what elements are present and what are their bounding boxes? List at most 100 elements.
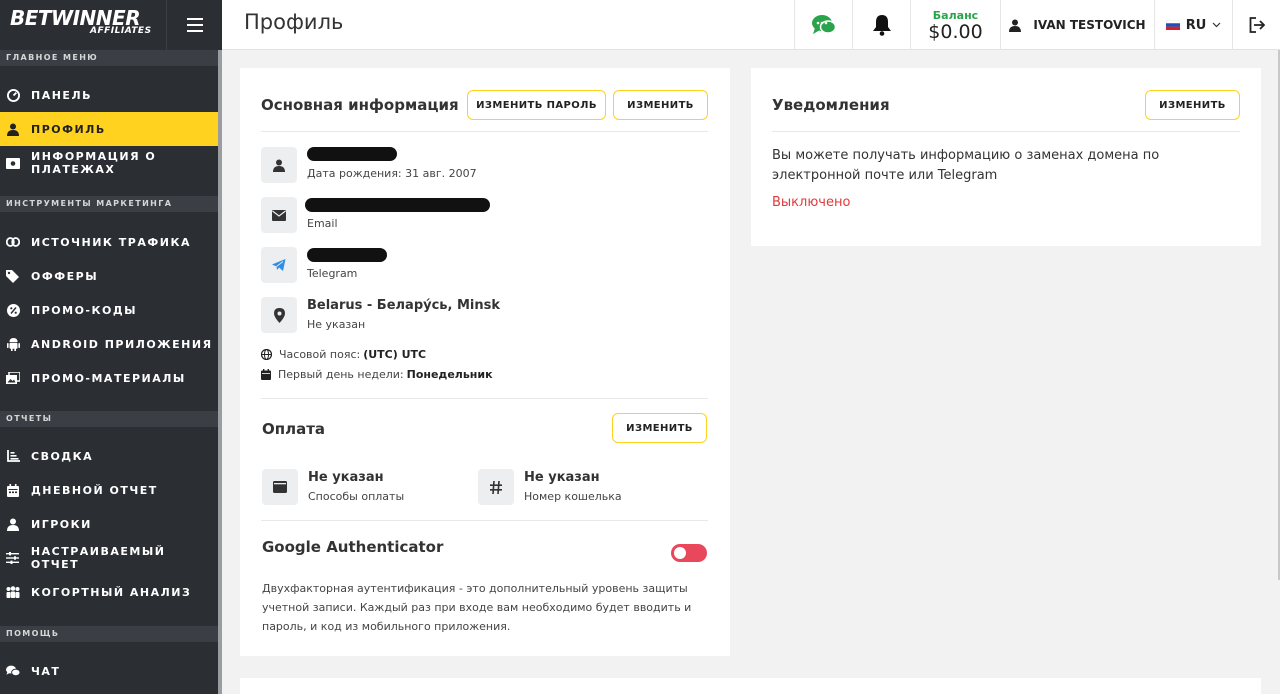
sliders-icon <box>6 551 20 565</box>
user-icon-box <box>261 147 297 183</box>
location-icon-box <box>261 297 297 333</box>
sidebar-item-traffic-source[interactable]: ИСТОЧНИК ТРАФИКА <box>0 225 218 259</box>
flag-ru-icon <box>1165 20 1180 30</box>
google-auth-description: Двухфакторная аутентификация - это допол… <box>262 582 692 633</box>
sidebar-item-label: ПРОМО-КОДЫ <box>31 303 138 317</box>
android-icon <box>6 337 20 351</box>
payment-title: Оплата <box>262 420 326 438</box>
profile-card: Основная информация ИЗМЕНИТЬ ПАРОЛЬ ИЗМЕ… <box>240 68 730 656</box>
sidebar-item-dashboard[interactable]: ПАНЕЛЬ <box>0 78 218 112</box>
notifications-card: Уведомления ИЗМЕНИТЬ Вы можете получать … <box>751 68 1261 246</box>
wallet-number-value: Не указан <box>524 470 600 485</box>
tags-icon <box>6 269 20 283</box>
sidebar-item-label: ИГРОКИ <box>31 517 92 531</box>
logo-subtext: AFFILIATES <box>90 26 152 36</box>
sidebar-item-daily-report[interactable]: ДНЕВНОЙ ОТЧЕТ <box>0 473 218 507</box>
language-label: RU <box>1185 17 1207 33</box>
notifications-button[interactable] <box>852 0 910 50</box>
edit-payment-button[interactable]: ИЗМЕНИТЬ <box>612 413 707 443</box>
user-icon <box>1009 19 1022 32</box>
chevron-down-icon <box>1212 22 1221 28</box>
images-icon <box>6 371 20 385</box>
user-icon <box>273 159 285 172</box>
telegram-icon <box>272 259 286 271</box>
google-auth-toggle[interactable] <box>671 544 707 562</box>
payment-method-value: Не указан <box>308 470 384 485</box>
timezone-line: Часовой пояс: (UTC) UTC <box>261 348 426 361</box>
logout-button[interactable] <box>1232 0 1280 50</box>
dashboard-icon <box>6 88 20 102</box>
next-card <box>240 678 1261 694</box>
bell-icon <box>872 15 891 36</box>
notifications-description: Вы можете получать информацию о заменах … <box>772 148 1160 183</box>
sidebar-scrollbar[interactable] <box>218 50 222 694</box>
divider <box>261 131 708 132</box>
logo[interactable]: BETWINNER AFFILIATES <box>0 0 166 50</box>
telegram-icon-box <box>261 247 297 283</box>
topbar: Профиль Баланс $0.00 IVAN TESTOVICH RU <box>222 0 1280 50</box>
sidebar-item-summary[interactable]: СВОДКА <box>0 439 218 473</box>
section-marketing: ИНСТРУМЕНТЫ МАРКЕТИНГА <box>0 196 218 212</box>
week-start-value: Понедельник <box>406 368 493 381</box>
player-icon <box>6 517 20 531</box>
sidebar-item-payments[interactable]: ИНФОРМАЦИЯ О ПЛАТЕЖАХ <box>0 146 218 180</box>
sidebar-item-chat[interactable]: ЧАТ <box>0 654 218 688</box>
divider <box>261 520 708 521</box>
wallet-number-label: Номер кошелька <box>524 490 622 503</box>
sidebar-item-label: СВОДКА <box>31 449 94 463</box>
page-title: Профиль <box>244 10 344 34</box>
week-start-label: Первый день недели: <box>278 368 404 381</box>
sidebar-item-profile[interactable]: ПРОФИЛЬ <box>0 112 218 146</box>
chat-button[interactable] <box>794 0 852 50</box>
sidebar-item-offers[interactable]: ОФФЕРЫ <box>0 259 218 293</box>
email-icon-box <box>261 197 297 233</box>
chat-icon <box>6 664 20 678</box>
toggle-knob <box>674 547 686 559</box>
logout-icon <box>1249 17 1265 33</box>
balance-label: Баланс <box>932 8 979 22</box>
edit-notifications-button[interactable]: ИЗМЕНИТЬ <box>1145 90 1240 120</box>
sidebar-item-cohort-analysis[interactable]: КОГОРТНЫЙ АНАЛИЗ <box>0 575 218 609</box>
telegram-label: Telegram <box>307 267 358 280</box>
sidebar-item-label: ИСТОЧНИК ТРАФИКА <box>31 235 191 249</box>
sidebar-item-label: НАСТРАИВАЕМЫЙ ОТЧЕТ <box>30 545 166 571</box>
sidebar-item-label: ДНЕВНОЙ ОТЧЕТ <box>31 483 158 497</box>
basic-info-title: Основная информация <box>261 96 459 114</box>
birth-date: Дата рождения: 31 авг. 2007 <box>307 167 477 180</box>
payment-method-icon-box <box>262 469 298 505</box>
divider <box>261 398 708 399</box>
divider <box>772 131 1240 132</box>
edit-basic-info-button[interactable]: ИЗМЕНИТЬ <box>613 90 708 120</box>
link-icon <box>6 235 20 249</box>
sidebar-item-custom-report[interactable]: НАСТРАИВАЕМЫЙ ОТЧЕТ <box>0 541 218 575</box>
sidebar-item-android-apps[interactable]: ANDROID ПРИЛОЖЕНИЯ <box>0 327 218 361</box>
wallet-number-icon-box <box>478 469 514 505</box>
balance-value: $0.00 <box>928 20 983 43</box>
sidebar-item-promo-codes[interactable]: ПРОМО-КОДЫ <box>0 293 218 327</box>
user-menu[interactable]: IVAN TESTOVICH <box>1000 0 1154 50</box>
map-marker-icon <box>273 307 285 323</box>
calendar-icon <box>261 369 271 380</box>
sidebar-item-players[interactable]: ИГРОКИ <box>0 507 218 541</box>
sidebar-item-label: ПРОМО-МАТЕРИАЛЫ <box>31 371 186 385</box>
section-help: ПОМОЩЬ <box>0 626 218 642</box>
google-auth-title: Google Authenticator <box>262 538 444 556</box>
redacted-telegram <box>307 248 387 262</box>
email-label: Email <box>307 217 338 230</box>
users-icon <box>6 585 20 599</box>
sidebar-item-label: ИНФОРМАЦИЯ О ПЛАТЕЖАХ <box>31 150 157 176</box>
timezone-label: Часовой пояс: <box>279 348 361 361</box>
language-selector[interactable]: RU <box>1154 0 1232 50</box>
menu-toggle-button[interactable] <box>166 0 222 50</box>
notifications-status: Выключено <box>772 195 851 210</box>
sidebar-item-label: КОГОРТНЫЙ АНАЛИЗ <box>31 585 192 599</box>
section-reports: ОТЧЕТЫ <box>0 411 218 427</box>
chart-icon <box>6 449 20 463</box>
sidebar: BETWINNER AFFILIATES ГЛАВНОЕ МЕНЮ ПАНЕЛЬ… <box>0 0 222 694</box>
logo-text: BETWINNER <box>10 6 141 30</box>
sidebar-item-promo-materials[interactable]: ПРОМО-МАТЕРИАЛЫ <box>0 361 218 395</box>
globe-icon <box>261 349 272 360</box>
notifications-title: Уведомления <box>772 96 890 114</box>
change-password-button[interactable]: ИЗМЕНИТЬ ПАРОЛЬ <box>467 90 606 120</box>
sidebar-item-label: ПРОФИЛЬ <box>31 122 106 136</box>
